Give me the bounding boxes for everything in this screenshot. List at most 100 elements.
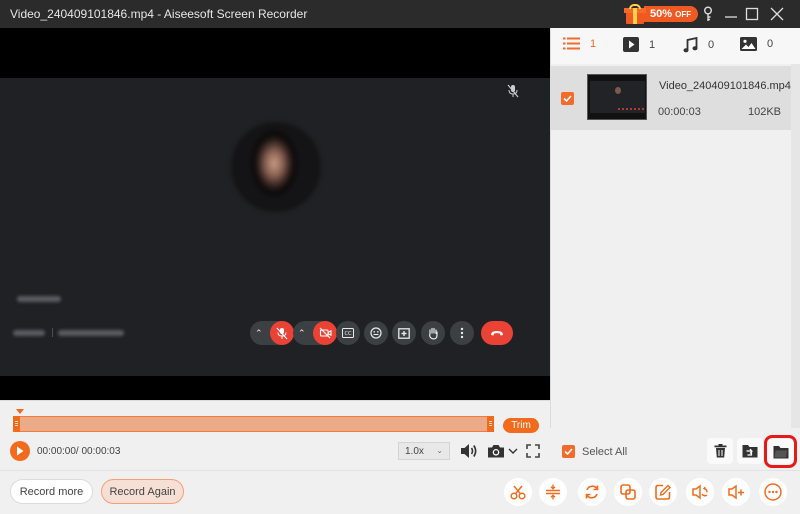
minimize-icon: [725, 16, 737, 18]
divider: [52, 328, 53, 337]
audio-extract-icon: [691, 484, 708, 500]
edit-tool-button[interactable]: [649, 478, 677, 506]
window-title: Video_240409101846.mp4 - Aiseesoft Scree…: [10, 7, 308, 21]
folder-export-icon: [742, 445, 758, 458]
mic-control: ⌃: [250, 321, 294, 345]
sale-label: 50% OFF: [644, 6, 699, 22]
volume-boost-icon: [727, 484, 744, 500]
select-all-label: Select All: [582, 445, 628, 458]
key-button[interactable]: [698, 4, 718, 24]
media-filter-tabs: 1 1 0 0: [551, 28, 800, 64]
record-more-button[interactable]: Record more: [10, 479, 93, 504]
promo-badge[interactable]: 50% OFF: [624, 3, 699, 25]
recording-duration: 00:00:03: [658, 106, 701, 118]
sale-percent: 50%: [650, 8, 673, 20]
play-button[interactable]: [10, 441, 30, 461]
raise-hand-icon: [421, 321, 445, 345]
music-icon: [683, 37, 698, 53]
speed-value: 1.0x: [405, 445, 424, 457]
sale-suffix: OFF: [675, 10, 692, 19]
recordings-list: Video_240409101846.mp4 00:00:03 102KB: [551, 64, 800, 428]
checkmark-icon: [564, 448, 573, 455]
play-icon: [17, 446, 24, 456]
close-button[interactable]: [767, 4, 787, 24]
trim-tool-button[interactable]: [504, 478, 532, 506]
video-preview[interactable]: ⌃ ⌃ CC: [0, 28, 550, 400]
list-icon: [563, 37, 580, 50]
export-to-folder-button[interactable]: [737, 438, 763, 464]
time-display: 00:00:00/ 00:00:03: [37, 446, 121, 457]
edit-icon: [655, 484, 671, 500]
checkmark-icon: [563, 95, 572, 102]
select-all[interactable]: Select All: [562, 445, 627, 458]
copy-compress-icon: [620, 484, 636, 500]
maximize-button[interactable]: [742, 4, 762, 24]
speed-select[interactable]: 1.0x ⌄: [398, 442, 450, 460]
delete-button[interactable]: [707, 438, 733, 464]
fullscreen-button[interactable]: [524, 442, 542, 460]
tab-image[interactable]: 0: [740, 37, 773, 51]
volume-button[interactable]: [459, 442, 479, 460]
recording-size: 102KB: [747, 106, 781, 118]
gift-icon: [624, 3, 646, 25]
recording-thumbnail: [587, 74, 647, 120]
muted-mic-icon: [507, 84, 519, 98]
convert-tool-button[interactable]: [578, 478, 606, 506]
tab-audio[interactable]: 0: [683, 37, 714, 53]
tab-all-count: 1: [590, 37, 597, 50]
tab-video-count: 1: [649, 38, 656, 51]
recording-checkbox[interactable]: [561, 92, 574, 105]
recordings-panel: 1 1 0 0 Video_240409101846.mp4 00:00:03 …: [550, 28, 800, 428]
compress-tool-button[interactable]: [614, 478, 642, 506]
chevron-down-icon: [508, 448, 517, 454]
trim-track[interactable]: [13, 416, 494, 432]
volume-boost-tool-button[interactable]: [722, 478, 750, 506]
playhead-marker[interactable]: [16, 409, 24, 414]
scissors-icon: [510, 485, 526, 500]
merge-icon: [546, 484, 560, 500]
merge-tool-button[interactable]: [539, 478, 567, 506]
chevron-down-icon: ⌄: [436, 446, 443, 455]
trim-button[interactable]: Trim: [503, 418, 539, 433]
present-screen-icon: [392, 321, 416, 345]
more-tools-button[interactable]: [759, 478, 787, 506]
minimize-button[interactable]: [721, 4, 741, 24]
more-icon: [764, 483, 782, 501]
trash-icon: [714, 444, 726, 458]
hang-up-icon: [481, 321, 513, 345]
list-scrollbar[interactable]: [791, 64, 800, 428]
close-icon: [770, 7, 784, 21]
app-window: Video_240409101846.mp4 - Aiseesoft Scree…: [0, 0, 800, 514]
video-frame: ⌃ ⌃ CC: [0, 78, 550, 376]
camera-control: ⌃: [293, 321, 337, 345]
highlight-box: [764, 435, 797, 468]
fullscreen-icon: [526, 444, 540, 458]
recording-filename: Video_240409101846.mp4: [659, 80, 791, 92]
caret-up-icon: ⌃: [255, 327, 263, 338]
meeting-time-blurred: [13, 330, 45, 336]
more-options-icon: [450, 321, 474, 345]
convert-icon: [585, 485, 599, 499]
recording-item[interactable]: Video_240409101846.mp4 00:00:03 102KB: [551, 66, 791, 130]
caret-up-icon: ⌃: [298, 327, 306, 338]
audio-tool-button[interactable]: [686, 478, 714, 506]
title-bar: Video_240409101846.mp4 - Aiseesoft Scree…: [0, 0, 800, 28]
select-all-checkbox[interactable]: [562, 445, 575, 458]
mic-off-icon: [270, 321, 294, 345]
volume-icon: [461, 444, 477, 458]
camera-icon: [487, 445, 504, 458]
participant-name-blurred: [17, 296, 61, 302]
emoji-icon: [364, 321, 388, 345]
meeting-code-blurred: [58, 330, 124, 336]
camera-off-icon: [313, 321, 337, 345]
trim-start-handle[interactable]: [13, 416, 20, 432]
trim-end-handle[interactable]: [487, 416, 494, 432]
svg-text:CC: CC: [345, 331, 352, 337]
tab-audio-count: 0: [708, 39, 715, 51]
image-icon: [740, 37, 757, 51]
tab-all[interactable]: 1: [563, 37, 596, 50]
record-again-button[interactable]: Record Again: [101, 479, 184, 504]
tab-video[interactable]: 1: [623, 37, 655, 52]
screenshot-button[interactable]: [486, 443, 518, 459]
video-icon: [623, 37, 639, 52]
